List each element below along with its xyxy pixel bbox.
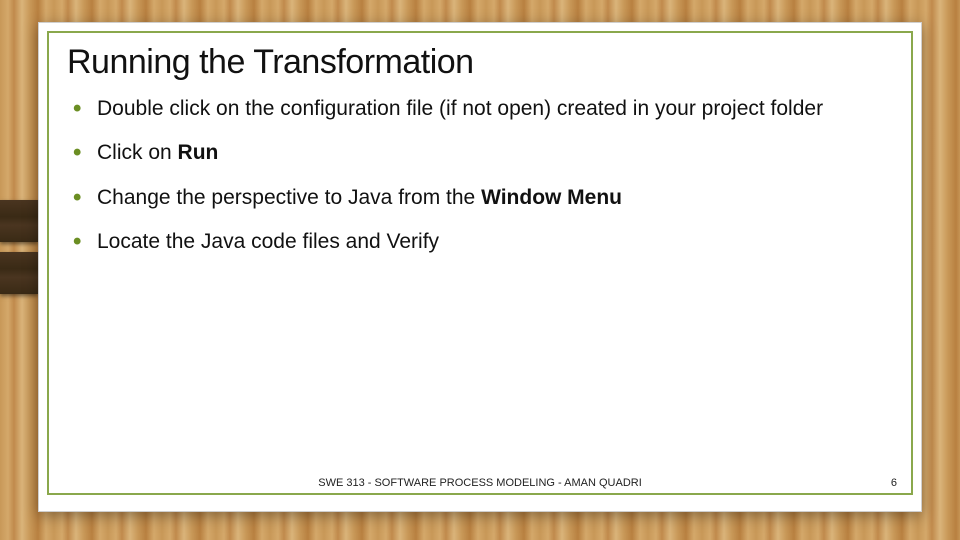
bullet-list: Double click on the configuration file (…	[67, 96, 893, 255]
list-item: Change the perspective to Java from the …	[67, 185, 893, 211]
slide-card: Running the Transformation Double click …	[38, 22, 922, 512]
bullet-text-pre: Double click on the configuration file (…	[97, 97, 823, 120]
list-item: Double click on the configuration file (…	[67, 96, 893, 122]
bullet-text-pre: Click on	[97, 141, 178, 164]
bullet-text-pre: Change the perspective to Java from the	[97, 186, 481, 209]
slide-inner-border: Running the Transformation Double click …	[47, 31, 913, 495]
slide-content: Running the Transformation Double click …	[49, 33, 911, 255]
page-number: 6	[891, 477, 897, 489]
list-item: Locate the Java code files and Verify	[67, 229, 893, 255]
slide-title: Running the Transformation	[67, 43, 893, 82]
list-item: Click on Run	[67, 140, 893, 166]
bullet-text-pre: Locate the Java code files and Verify	[97, 230, 439, 253]
slide-footer: SWE 313 - SOFTWARE PROCESS MODELING - AM…	[49, 477, 911, 489]
bullet-text-bold: Run	[178, 141, 219, 164]
wood-bracket-bottom	[0, 252, 38, 294]
bullet-text-bold: Window Menu	[481, 186, 622, 209]
wood-bracket-top	[0, 200, 38, 242]
